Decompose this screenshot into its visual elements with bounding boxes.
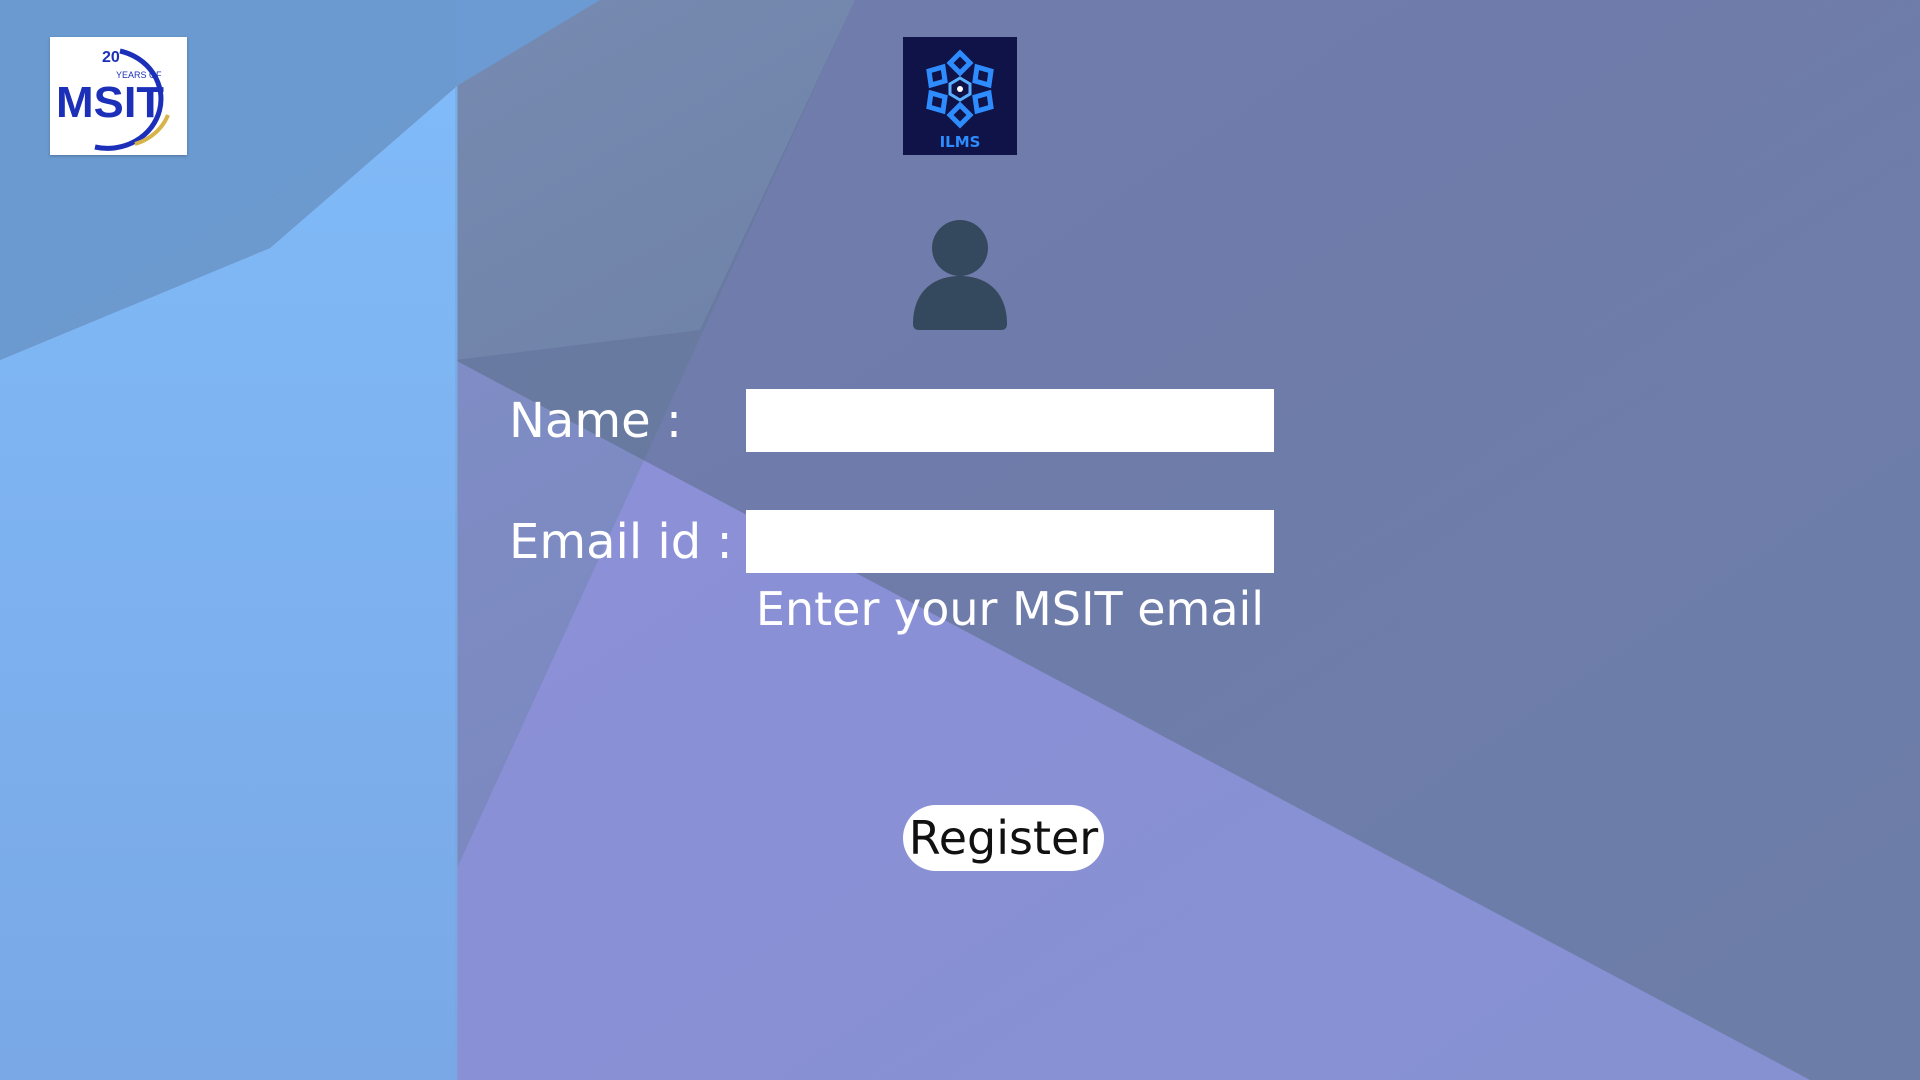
msit-20-years-logo-icon: 20 YEARS OF MSIT	[56, 48, 170, 151]
msit-logo-wordmark: MSIT	[56, 78, 164, 127]
avatar	[911, 220, 1009, 332]
ilms-logo-wordmark: ILMS	[940, 133, 981, 151]
register-button[interactable]: Register	[903, 805, 1104, 871]
email-hint: Enter your MSIT email	[755, 582, 1265, 636]
name-label: Name :	[509, 393, 683, 449]
ilms-logo: ILMS	[903, 37, 1017, 155]
name-input[interactable]	[746, 389, 1274, 452]
msit-logo: 20 YEARS OF MSIT	[50, 37, 187, 155]
msit-logo-years-number: 20	[102, 49, 120, 66]
user-silhouette-icon	[913, 220, 1007, 330]
ilms-snowflake-icon: ILMS	[926, 49, 994, 151]
email-label: Email id :	[509, 514, 733, 570]
email-input[interactable]	[746, 510, 1274, 573]
registration-page: 20 YEARS OF MSIT ILMS Name : Email id: …	[0, 0, 1920, 1080]
